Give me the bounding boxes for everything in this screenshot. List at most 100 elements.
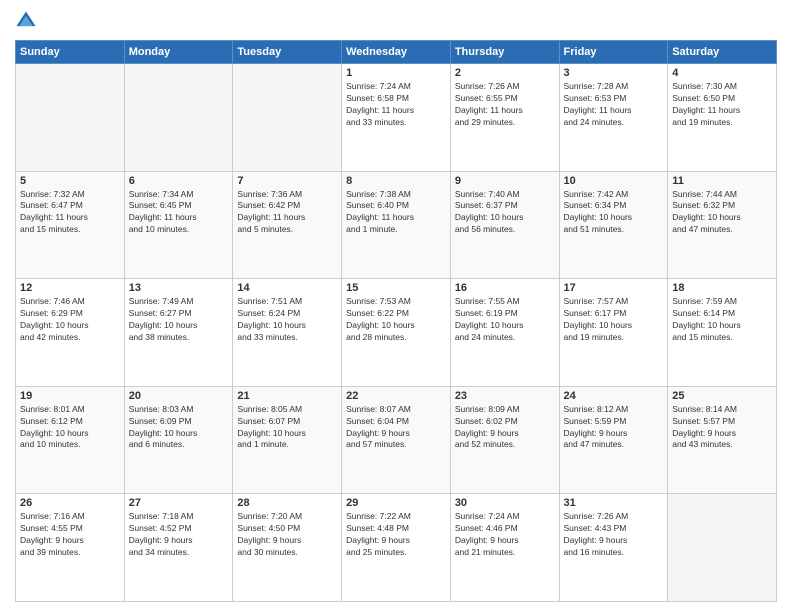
calendar-cell: 24 Sunrise: 8:12 AM Sunset: 5:59 PM Dayli… — [559, 386, 668, 494]
day-number: 29 — [346, 497, 446, 509]
day-info: Sunrise: 7:49 AM Sunset: 6:27 PM Dayligh… — [129, 296, 229, 344]
day-info: Sunrise: 7:57 AM Sunset: 6:17 PM Dayligh… — [564, 296, 664, 344]
day-number: 10 — [564, 175, 664, 187]
calendar-cell: 7 Sunrise: 7:36 AM Sunset: 6:42 PM Daylig… — [233, 171, 342, 279]
weekday-header-thursday: Thursday — [450, 41, 559, 64]
day-info: Sunrise: 7:20 AM Sunset: 4:50 PM Dayligh… — [237, 511, 337, 559]
day-number: 21 — [237, 390, 337, 402]
day-number: 15 — [346, 282, 446, 294]
day-number: 8 — [346, 175, 446, 187]
weekday-header-wednesday: Wednesday — [342, 41, 451, 64]
day-info: Sunrise: 7:28 AM Sunset: 6:53 PM Dayligh… — [564, 81, 664, 129]
day-info: Sunrise: 8:07 AM Sunset: 6:04 PM Dayligh… — [346, 404, 446, 452]
calendar-week-3: 19 Sunrise: 8:01 AM Sunset: 6:12 PM Dayli… — [16, 386, 777, 494]
calendar-cell: 17 Sunrise: 7:57 AM Sunset: 6:17 PM Dayli… — [559, 279, 668, 387]
day-info: Sunrise: 8:14 AM Sunset: 5:57 PM Dayligh… — [672, 404, 772, 452]
day-number: 27 — [129, 497, 229, 509]
calendar-cell: 9 Sunrise: 7:40 AM Sunset: 6:37 PM Daylig… — [450, 171, 559, 279]
calendar-cell: 1 Sunrise: 7:24 AM Sunset: 6:58 PM Daylig… — [342, 64, 451, 172]
day-number: 4 — [672, 67, 772, 79]
calendar-cell — [16, 64, 125, 172]
day-info: Sunrise: 7:36 AM Sunset: 6:42 PM Dayligh… — [237, 189, 337, 237]
day-number: 24 — [564, 390, 664, 402]
calendar-cell: 22Sunrise: 8:07 AM Sunset: 6:04 PM Dayli… — [342, 386, 451, 494]
calendar-week-0: 1 Sunrise: 7:24 AM Sunset: 6:58 PM Daylig… — [16, 64, 777, 172]
calendar-cell: 5 Sunrise: 7:32 AM Sunset: 6:47 PM Daylig… — [16, 171, 125, 279]
logo — [15, 10, 41, 32]
day-info: Sunrise: 7:51 AM Sunset: 6:24 PM Dayligh… — [237, 296, 337, 344]
day-number: 9 — [455, 175, 555, 187]
day-info: Sunrise: 8:01 AM Sunset: 6:12 PM Dayligh… — [20, 404, 120, 452]
day-info: Sunrise: 7:42 AM Sunset: 6:34 PM Dayligh… — [564, 189, 664, 237]
day-number: 7 — [237, 175, 337, 187]
page: SundayMondayTuesdayWednesdayThursdayFrid… — [0, 0, 792, 612]
day-number: 28 — [237, 497, 337, 509]
calendar-cell: 13 Sunrise: 7:49 AM Sunset: 6:27 PM Dayli… — [124, 279, 233, 387]
day-info: Sunrise: 7:38 AM Sunset: 6:40 PM Dayligh… — [346, 189, 446, 237]
calendar-cell: 30 Sunrise: 7:24 AM Sunset: 4:46 PM Dayli… — [450, 494, 559, 602]
calendar-cell: 11 Sunrise: 7:44 AM Sunset: 6:32 PM Dayli… — [668, 171, 777, 279]
calendar-cell — [668, 494, 777, 602]
weekday-header-row: SundayMondayTuesdayWednesdayThursdayFrid… — [16, 41, 777, 64]
calendar-cell: 6Sunrise: 7:34 AM Sunset: 6:45 PM Daylig… — [124, 171, 233, 279]
calendar-cell: 16 Sunrise: 7:55 AM Sunset: 6:19 PM Dayli… — [450, 279, 559, 387]
day-number: 13 — [129, 282, 229, 294]
day-info: Sunrise: 7:26 AM Sunset: 4:43 PM Dayligh… — [564, 511, 664, 559]
calendar-week-4: 26Sunrise: 7:16 AM Sunset: 4:55 PM Dayli… — [16, 494, 777, 602]
calendar-body: 1 Sunrise: 7:24 AM Sunset: 6:58 PM Daylig… — [16, 64, 777, 602]
day-number: 14 — [237, 282, 337, 294]
day-info: Sunrise: 8:12 AM Sunset: 5:59 PM Dayligh… — [564, 404, 664, 452]
day-number: 30 — [455, 497, 555, 509]
calendar-header: SundayMondayTuesdayWednesdayThursdayFrid… — [16, 41, 777, 64]
header — [15, 10, 777, 32]
calendar-week-1: 5 Sunrise: 7:32 AM Sunset: 6:47 PM Daylig… — [16, 171, 777, 279]
day-info: Sunrise: 7:59 AM Sunset: 6:14 PM Dayligh… — [672, 296, 772, 344]
calendar-cell: 29Sunrise: 7:22 AM Sunset: 4:48 PM Dayli… — [342, 494, 451, 602]
calendar-cell: 15 Sunrise: 7:53 AM Sunset: 6:22 PM Dayli… — [342, 279, 451, 387]
day-number: 5 — [20, 175, 120, 187]
day-info: Sunrise: 7:24 AM Sunset: 4:46 PM Dayligh… — [455, 511, 555, 559]
calendar-cell: 2Sunrise: 7:26 AM Sunset: 6:55 PM Daylig… — [450, 64, 559, 172]
calendar-cell — [124, 64, 233, 172]
day-info: Sunrise: 7:44 AM Sunset: 6:32 PM Dayligh… — [672, 189, 772, 237]
day-info: Sunrise: 7:18 AM Sunset: 4:52 PM Dayligh… — [129, 511, 229, 559]
calendar-cell: 12Sunrise: 7:46 AM Sunset: 6:29 PM Dayli… — [16, 279, 125, 387]
weekday-header-sunday: Sunday — [16, 41, 125, 64]
calendar-cell — [233, 64, 342, 172]
day-number: 16 — [455, 282, 555, 294]
calendar-cell: 4 Sunrise: 7:30 AM Sunset: 6:50 PM Daylig… — [668, 64, 777, 172]
day-info: Sunrise: 7:30 AM Sunset: 6:50 PM Dayligh… — [672, 81, 772, 129]
day-number: 31 — [564, 497, 664, 509]
calendar-cell: 21Sunrise: 8:05 AM Sunset: 6:07 PM Dayli… — [233, 386, 342, 494]
calendar-cell: 20Sunrise: 8:03 AM Sunset: 6:09 PM Dayli… — [124, 386, 233, 494]
calendar-cell: 26Sunrise: 7:16 AM Sunset: 4:55 PM Dayli… — [16, 494, 125, 602]
day-info: Sunrise: 7:55 AM Sunset: 6:19 PM Dayligh… — [455, 296, 555, 344]
logo-icon — [15, 10, 37, 32]
day-number: 12 — [20, 282, 120, 294]
calendar-cell: 18 Sunrise: 7:59 AM Sunset: 6:14 PM Dayli… — [668, 279, 777, 387]
day-number: 11 — [672, 175, 772, 187]
day-number: 1 — [346, 67, 446, 79]
weekday-header-tuesday: Tuesday — [233, 41, 342, 64]
calendar-cell: 10 Sunrise: 7:42 AM Sunset: 6:34 PM Dayli… — [559, 171, 668, 279]
day-info: Sunrise: 7:53 AM Sunset: 6:22 PM Dayligh… — [346, 296, 446, 344]
day-number: 20 — [129, 390, 229, 402]
day-number: 18 — [672, 282, 772, 294]
calendar-cell: 3 Sunrise: 7:28 AM Sunset: 6:53 PM Daylig… — [559, 64, 668, 172]
calendar-week-2: 12Sunrise: 7:46 AM Sunset: 6:29 PM Dayli… — [16, 279, 777, 387]
calendar-cell: 8 Sunrise: 7:38 AM Sunset: 6:40 PM Daylig… — [342, 171, 451, 279]
calendar-cell: 28 Sunrise: 7:20 AM Sunset: 4:50 PM Dayli… — [233, 494, 342, 602]
calendar-cell: 25Sunrise: 8:14 AM Sunset: 5:57 PM Dayli… — [668, 386, 777, 494]
calendar-table: SundayMondayTuesdayWednesdayThursdayFrid… — [15, 40, 777, 602]
day-number: 19 — [20, 390, 120, 402]
day-number: 3 — [564, 67, 664, 79]
weekday-header-monday: Monday — [124, 41, 233, 64]
day-number: 17 — [564, 282, 664, 294]
day-info: Sunrise: 7:40 AM Sunset: 6:37 PM Dayligh… — [455, 189, 555, 237]
day-info: Sunrise: 7:24 AM Sunset: 6:58 PM Dayligh… — [346, 81, 446, 129]
day-info: Sunrise: 7:34 AM Sunset: 6:45 PM Dayligh… — [129, 189, 229, 237]
day-info: Sunrise: 7:32 AM Sunset: 6:47 PM Dayligh… — [20, 189, 120, 237]
weekday-header-friday: Friday — [559, 41, 668, 64]
calendar-cell: 14 Sunrise: 7:51 AM Sunset: 6:24 PM Dayli… — [233, 279, 342, 387]
calendar-cell: 23Sunrise: 8:09 AM Sunset: 6:02 PM Dayli… — [450, 386, 559, 494]
